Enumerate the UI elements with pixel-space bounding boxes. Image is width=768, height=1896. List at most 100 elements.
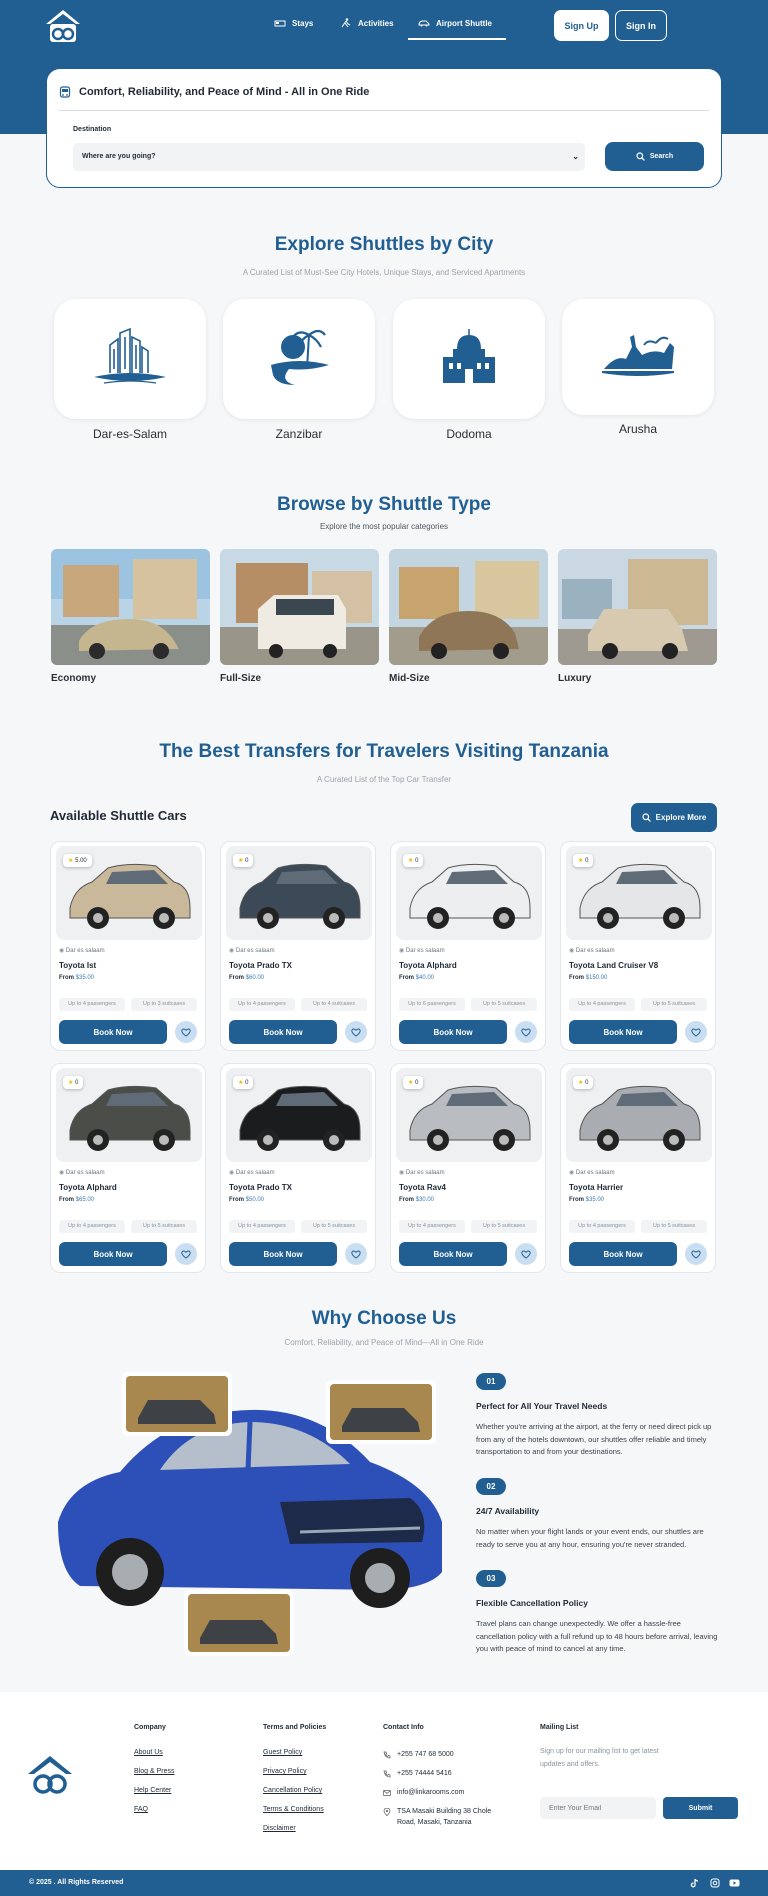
site-footer: Company About Us Blog & Press Help Cente… <box>0 1692 768 1870</box>
footer-link-terms[interactable]: Terms & Conditions <box>263 1806 326 1813</box>
nav-activities[interactable]: Activities <box>340 18 394 28</box>
book-now-button[interactable]: Book Now <box>399 1242 507 1266</box>
search-button[interactable]: Search <box>605 142 704 171</box>
nav-stays-label: Stays <box>292 18 314 28</box>
heart-icon <box>691 1028 701 1037</box>
nav-activities-label: Activities <box>358 18 394 28</box>
book-now-button[interactable]: Book Now <box>569 1242 677 1266</box>
rating-badge: ★ 0 <box>63 1076 84 1089</box>
type-card-economy[interactable] <box>51 549 210 665</box>
favorite-button[interactable] <box>685 1021 707 1043</box>
car-location: ◉ Dar es salaam <box>399 948 445 954</box>
footer-link-blog[interactable]: Blog & Press <box>134 1768 174 1775</box>
destination-value: Where are you going? <box>82 153 156 160</box>
favorite-button[interactable] <box>515 1243 537 1265</box>
city-card-zanzibar[interactable] <box>223 299 375 419</box>
footer-contact: Contact Info +255 747 68 5000 +255 74444… <box>383 1724 508 1836</box>
book-now-button[interactable]: Book Now <box>59 1242 167 1266</box>
car-card[interactable]: ★ 0 ◉ Dar es salaam Toyota Prado TX From $6… <box>220 841 376 1051</box>
safari-wildlife-icon <box>602 335 674 376</box>
favorite-button[interactable] <box>345 1243 367 1265</box>
youtube-icon[interactable] <box>729 1878 740 1888</box>
car-card[interactable]: ★ 0 ◉ Dar es salaam Toyota Alphard From $65… <box>50 1063 206 1273</box>
city-card-dar-es-salam[interactable] <box>54 299 206 419</box>
type-card-luxury[interactable] <box>558 549 717 665</box>
favorite-button[interactable] <box>515 1021 537 1043</box>
city-card-dodoma[interactable] <box>393 299 545 419</box>
contact-email[interactable]: info@linkarooms.com <box>383 1787 508 1798</box>
book-now-button[interactable]: Book Now <box>229 1242 337 1266</box>
heart-icon <box>351 1250 361 1259</box>
book-now-button[interactable]: Book Now <box>229 1020 337 1044</box>
car-card[interactable]: ★ 0 ◉ Dar es salaam Toyota Harrier From $35… <box>560 1063 716 1273</box>
heart-icon <box>351 1028 361 1037</box>
signin-button[interactable]: Sign In <box>615 10 667 41</box>
book-now-button[interactable]: Book Now <box>399 1020 507 1044</box>
contact-phone-1[interactable]: +255 747 68 5000 <box>383 1749 508 1760</box>
footer-link-disclaimer[interactable]: Disclaimer <box>263 1825 326 1832</box>
why-step-1: 01 Perfect for All Your Travel Needs Whe… <box>476 1373 722 1459</box>
footer-link-privacy[interactable]: Privacy Policy <box>263 1768 326 1775</box>
submit-button[interactable]: Submit <box>663 1797 738 1819</box>
footer-logo[interactable] <box>24 1754 76 1798</box>
passengers-chip: Up to 4 passengers <box>59 998 125 1011</box>
car-card[interactable]: ★ 0 ◉ Dar es salaam Toyota Prado TX From $5… <box>220 1063 376 1273</box>
bed-icon <box>274 20 286 27</box>
mail-icon <box>383 1790 391 1796</box>
footer-link-about[interactable]: About Us <box>134 1749 174 1756</box>
passengers-chip: Up to 6 passengers <box>399 998 465 1011</box>
site-logo[interactable] <box>42 8 84 44</box>
car-card[interactable]: ★ 0 ◉ Dar es salaam Toyota Alphard From $40… <box>390 841 546 1051</box>
car-card[interactable]: ★ 5.00 ◉ Dar es salaam Toyota Ist From $35.… <box>50 841 206 1051</box>
type-name: Mid-Size <box>389 673 430 684</box>
mailing-text: Sign up for our mailing list to get late… <box>540 1748 659 1768</box>
transfers-title: The Best Transfers for Travelers Visitin… <box>159 741 609 762</box>
email-input[interactable] <box>540 1797 656 1819</box>
car-card[interactable]: ★ 0 ◉ Dar es salaam Toyota Land Cruiser V8… <box>560 841 716 1051</box>
favorite-button[interactable] <box>685 1243 707 1265</box>
footer-link-faq[interactable]: FAQ <box>134 1806 174 1813</box>
favorite-button[interactable] <box>175 1243 197 1265</box>
divider <box>59 110 709 111</box>
city-card-arusha[interactable] <box>562 299 714 415</box>
step-number: 01 <box>476 1373 506 1390</box>
mid-size-car-image <box>389 549 548 665</box>
car-price: From $50.00 <box>229 1197 265 1203</box>
star-icon: ★ <box>408 1080 414 1086</box>
chevron-down-icon: ⌄ <box>572 152 579 161</box>
instagram-icon[interactable] <box>710 1878 720 1888</box>
car-card[interactable]: ★ 0 ◉ Dar es salaam Toyota Rav4 From $30.00… <box>390 1063 546 1273</box>
footer-link-cancellation[interactable]: Cancellation Policy <box>263 1787 326 1794</box>
nav-airport-shuttle-label: Airport Shuttle <box>436 18 492 28</box>
footer-heading: Terms and Policies <box>263 1724 327 1731</box>
book-now-button[interactable]: Book Now <box>569 1020 677 1044</box>
heart-icon <box>521 1250 531 1259</box>
destination-select[interactable]: Where are you going? ⌄ <box>73 143 585 171</box>
step-title: 24/7 Availability <box>476 1506 540 1516</box>
car-name: Toyota Alphard <box>399 961 457 970</box>
type-card-mid-size[interactable] <box>389 549 548 665</box>
footer-company: Company About Us Blog & Press Help Cente… <box>134 1724 174 1825</box>
footer-link-guest-policy[interactable]: Guest Policy <box>263 1749 326 1756</box>
nav-stays[interactable]: Stays <box>274 18 313 28</box>
city-name: Dar-es-Salam <box>92 427 167 441</box>
book-now-button[interactable]: Book Now <box>59 1020 167 1044</box>
search-button-label: Search <box>649 153 674 160</box>
star-icon: ★ <box>408 858 414 864</box>
type-card-full-size[interactable] <box>220 549 379 665</box>
car-price: From $35.00 <box>59 975 95 981</box>
location-pin-icon: ◉ <box>59 948 65 954</box>
passengers-chip: Up to 4 passengers <box>229 1220 295 1233</box>
tiktok-icon[interactable] <box>690 1878 700 1888</box>
favorite-button[interactable] <box>175 1021 197 1043</box>
nav-airport-shuttle[interactable]: Airport Shuttle <box>418 18 492 28</box>
car-name: Toyota Prado TX <box>229 1183 292 1192</box>
explore-more-button[interactable]: Explore More <box>631 803 717 832</box>
contact-phone-2[interactable]: +255 74444 5416 <box>383 1768 508 1779</box>
favorite-button[interactable] <box>345 1021 367 1043</box>
footer-link-help[interactable]: Help Center <box>134 1787 174 1794</box>
search-title: Comfort, Reliability, and Peace of Mind … <box>79 86 370 98</box>
car-price: From $40.00 <box>399 975 435 981</box>
signup-button[interactable]: Sign Up <box>554 10 609 41</box>
type-name: Luxury <box>558 673 592 684</box>
